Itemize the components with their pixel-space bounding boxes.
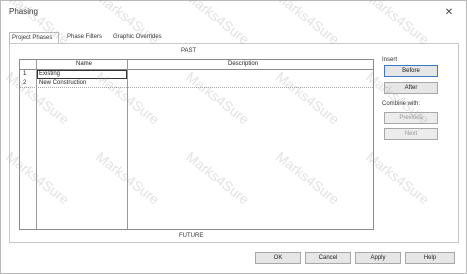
ok-button[interactable]: OK (255, 252, 301, 264)
insert-label: Insert (382, 57, 398, 63)
insert-after-button[interactable]: After (384, 82, 438, 94)
col-header-description: Description (228, 61, 259, 67)
dialog-title: Phasing (9, 7, 38, 16)
row-number: 2 (23, 80, 27, 86)
row-number: 1 (23, 71, 27, 77)
phasing-dialog: Phasing ✕ Project Phases Phase Filters G… (0, 0, 467, 274)
cancel-button[interactable]: Cancel (305, 252, 351, 264)
apply-button[interactable]: Apply (355, 252, 401, 264)
phase-name[interactable]: Existing (39, 71, 60, 77)
title-bar: Phasing ✕ (1, 1, 466, 25)
grid-header: Name Description (20, 60, 373, 70)
combine-next-button[interactable]: Next (384, 128, 438, 140)
phase-name[interactable]: New Construction (39, 80, 86, 86)
phases-grid: Name Description 1 Existing 2 New Constr… (19, 59, 374, 230)
insert-before-button[interactable]: Before (384, 65, 438, 77)
past-label: PAST (181, 48, 197, 54)
help-button[interactable]: Help (405, 252, 455, 264)
combine-with-label: Combine with: (382, 101, 421, 107)
close-icon[interactable]: ✕ (443, 7, 455, 19)
col-header-name: Name (76, 61, 93, 67)
combine-previous-button[interactable]: Previous (384, 112, 438, 124)
table-row[interactable]: 2 New Construction (20, 79, 373, 88)
table-row[interactable]: 1 Existing (20, 70, 373, 79)
future-label: FUTURE (179, 233, 204, 239)
